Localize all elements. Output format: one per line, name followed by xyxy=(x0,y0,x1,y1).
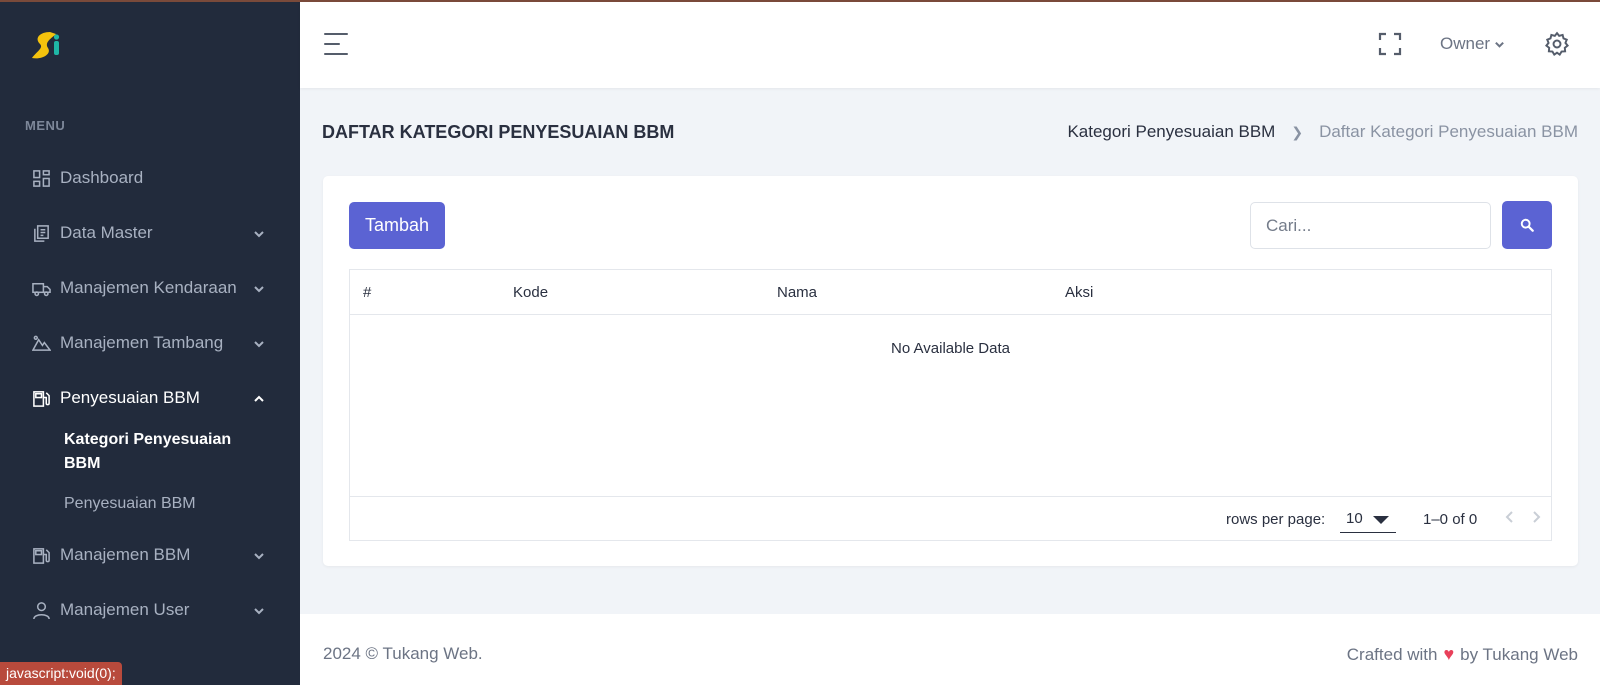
table-pagination: rows per page: 10 1–0 of 0 xyxy=(350,496,1551,541)
chevron-down-icon xyxy=(252,548,266,562)
content-card: Tambah # Kode Nama Aksi No Available Dat… xyxy=(323,176,1578,566)
add-button[interactable]: Tambah xyxy=(349,202,445,249)
caret-down-icon xyxy=(1373,516,1389,524)
sidebar-item-penyesuaian-bbm[interactable]: Penyesuaian BBM xyxy=(0,378,300,418)
sidebar-item-dashboard[interactable]: Dashboard xyxy=(0,158,300,198)
sidebar-item-manajemen-tambang[interactable]: Manajemen Tambang xyxy=(0,323,300,363)
column-header-aksi[interactable]: Aksi xyxy=(1065,284,1093,301)
sidebar-item-label: Manajemen BBM xyxy=(60,545,191,564)
top-header: Owner xyxy=(300,0,1600,88)
sidebar-item-manajemen-bbm[interactable]: Manajemen BBM xyxy=(0,535,300,575)
pagination-range: 1–0 of 0 xyxy=(1423,511,1478,528)
empty-state-text: No Available Data xyxy=(891,340,1010,357)
sidebar-subitem-penyesuaian-bbm[interactable]: Penyesuaian BBM xyxy=(64,492,264,516)
previous-page-button[interactable] xyxy=(1502,509,1520,529)
fuel-icon xyxy=(31,545,51,565)
hamburger-menu-icon[interactable] xyxy=(324,33,350,57)
document-icon xyxy=(31,223,51,243)
footer: 2024 © Tukang Web. Crafted with ♥ by Tuk… xyxy=(300,614,1600,685)
rows-per-page-value: 10 xyxy=(1346,510,1363,527)
author-text: by Tukang Web xyxy=(1460,644,1578,664)
crafted-by: Crafted with ♥ by Tukang Web xyxy=(1347,644,1578,665)
page-title: DAFTAR KATEGORI PENYESUAIAN BBM xyxy=(322,122,675,142)
sidebar-item-label: Manajemen Kendaraan xyxy=(60,278,237,297)
chevron-up-icon xyxy=(252,391,266,405)
truck-icon xyxy=(31,278,51,298)
copyright-text: 2024 © Tukang Web. xyxy=(323,644,483,663)
fuel-icon xyxy=(31,388,51,408)
dashboard-icon xyxy=(31,168,51,188)
data-table: # Kode Nama Aksi No Available Data rows … xyxy=(349,269,1552,541)
column-header-kode[interactable]: Kode xyxy=(513,284,548,301)
sidebar-item-label: Manajemen Tambang xyxy=(60,333,224,352)
column-header-nama[interactable]: Nama xyxy=(777,284,817,301)
chevron-right-icon xyxy=(1533,511,1541,523)
user-name: Owner xyxy=(1440,34,1491,53)
next-page-button[interactable] xyxy=(1528,509,1546,529)
logo[interactable] xyxy=(26,26,66,66)
heart-icon: ♥ xyxy=(1443,644,1455,664)
breadcrumb-link[interactable]: Kategori Penyesuaian BBM xyxy=(1067,122,1275,142)
mountain-icon xyxy=(31,333,51,353)
sidebar-item-manajemen-kendaraan[interactable]: Manajemen Kendaraan xyxy=(0,268,300,308)
chevron-down-icon xyxy=(252,226,266,240)
sidebar-subitem-kategori-penyesuaian-bbm[interactable]: Kategori Penyesuaian BBM xyxy=(64,428,264,476)
search-button[interactable] xyxy=(1502,201,1552,249)
sidebar: MENU Dashboard Data Master Manajemen Ken… xyxy=(0,0,300,685)
fullscreen-icon[interactable] xyxy=(1378,32,1402,56)
sidebar-item-manajemen-user[interactable]: Manajemen User xyxy=(0,590,300,630)
sidebar-item-label: Data Master xyxy=(60,223,153,242)
menu-heading: MENU xyxy=(25,118,66,133)
gear-icon[interactable] xyxy=(1544,31,1570,57)
chevron-right-icon: ❯ xyxy=(1291,123,1304,140)
sidebar-item-label: Dashboard xyxy=(60,168,144,187)
chevron-down-icon xyxy=(252,603,266,617)
crafted-text: Crafted with xyxy=(1346,644,1438,664)
table-header: # Kode Nama Aksi xyxy=(350,270,1551,315)
top-accent-line xyxy=(0,0,1600,2)
search-icon xyxy=(1520,218,1534,232)
chevron-down-icon xyxy=(252,336,266,350)
user-dropdown[interactable]: Owner xyxy=(1440,34,1505,54)
search-input[interactable] xyxy=(1250,202,1491,249)
breadcrumb: Kategori Penyesuaian BBM ❯ Daftar Katego… xyxy=(1067,122,1578,142)
chevron-left-icon xyxy=(1505,511,1513,523)
chevron-down-icon xyxy=(252,281,266,295)
rows-per-page-label: rows per page: xyxy=(1226,511,1326,528)
sidebar-item-label: Penyesuaian BBM xyxy=(60,388,200,407)
user-icon xyxy=(31,600,51,620)
browser-status-tooltip: javascript:void(0); xyxy=(0,662,122,685)
column-header-number[interactable]: # xyxy=(363,284,371,301)
rows-per-page-select[interactable]: 10 xyxy=(1340,507,1396,533)
sidebar-item-data-master[interactable]: Data Master xyxy=(0,213,300,253)
sidebar-item-label: Manajemen User xyxy=(60,600,190,619)
breadcrumb-current: Daftar Kategori Penyesuaian BBM xyxy=(1319,122,1578,141)
chevron-down-icon xyxy=(1495,41,1504,48)
